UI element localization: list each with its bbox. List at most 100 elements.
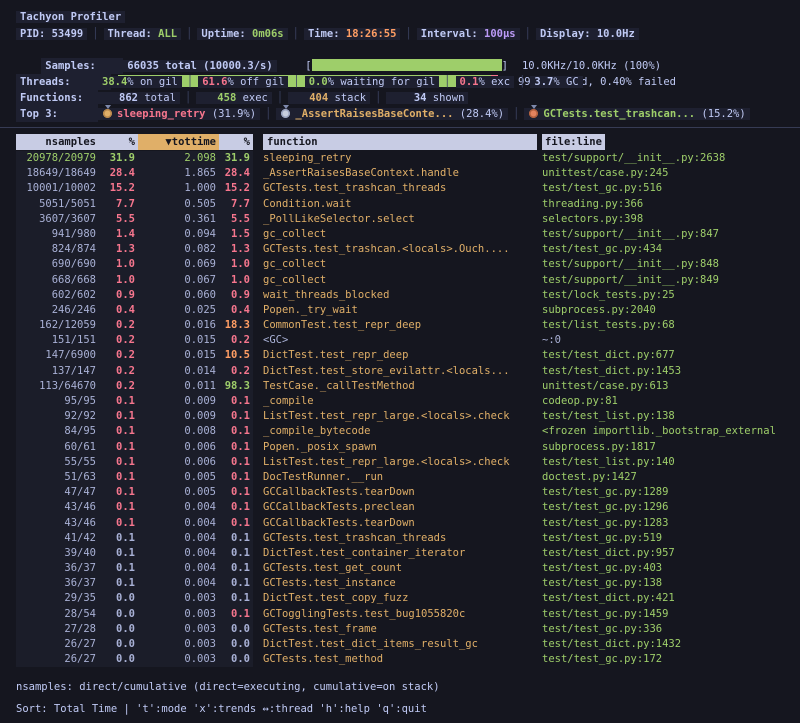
table-row[interactable]: 95/950.10.0090.1_compilecodeop.py:81 bbox=[16, 394, 800, 409]
functions-segment: 458 exec bbox=[196, 92, 272, 104]
profile-table: nsamples%▼tottime% function file:line 2097… bbox=[16, 134, 800, 667]
table-row[interactable]: 60/610.10.0060.1Popen._posix_spawnsubpro… bbox=[16, 440, 800, 455]
direct-pct-cell: 0.1 bbox=[99, 546, 138, 561]
column-header-tottime[interactable]: ▼tottime bbox=[138, 134, 219, 150]
direct-pct-cell: 0.1 bbox=[99, 409, 138, 424]
threads-segment-value: 38.4 bbox=[102, 76, 127, 88]
table-row[interactable]: 36/370.10.0040.1GCTests.test_get_countte… bbox=[16, 561, 800, 576]
samples-bar bbox=[312, 59, 502, 71]
file-line-cell: test/test_gc.py:434 bbox=[537, 242, 787, 257]
tottime-cell: 0.008 bbox=[138, 424, 219, 439]
status-item-interval: Interval: 100µs bbox=[417, 28, 520, 40]
status-item-label: PID: bbox=[20, 28, 52, 40]
table-row[interactable]: 941/9801.40.0941.5gc_collecttest/support… bbox=[16, 227, 800, 242]
table-row[interactable]: 92/920.10.0090.1ListTest.test_repr_large… bbox=[16, 409, 800, 424]
tottime-cell: 0.003 bbox=[138, 652, 219, 667]
profiler-screen: Tachyon Profiler PID: 53499│Thread: ALL│… bbox=[0, 0, 800, 723]
column-header-direct-pct[interactable]: % bbox=[99, 134, 138, 150]
table-row[interactable]: 84/950.10.0080.1_compile_bytecode<frozen… bbox=[16, 424, 800, 439]
table-row[interactable]: 47/470.10.0050.1GCCallbackTests.tearDown… bbox=[16, 485, 800, 500]
column-header-function[interactable]: function bbox=[263, 134, 537, 150]
function-cell: GCTests.test_trashcan.<locals>.Ouch.... bbox=[263, 242, 537, 257]
table-row[interactable]: 20978/2097931.92.09831.9sleeping_retryte… bbox=[16, 151, 800, 166]
file-line-cell: test/test_dict.py:421 bbox=[537, 591, 787, 606]
status-line: PID: 53499│Thread: ALL│Uptime: 0m06s│Tim… bbox=[0, 26, 800, 42]
nsamples-cell: 147/6900 bbox=[16, 348, 99, 363]
table-row[interactable]: 147/69000.20.01510.5DictTest.test_repr_d… bbox=[16, 348, 800, 363]
separator-pipe: │ bbox=[288, 76, 304, 88]
table-row[interactable]: 824/8741.30.0821.3GCTests.test_trashcan.… bbox=[16, 242, 800, 257]
nsamples-cell: 602/602 bbox=[16, 288, 99, 303]
status-item-value: 10.0Hz bbox=[597, 28, 635, 40]
direct-pct-cell: 0.2 bbox=[99, 318, 138, 333]
table-row[interactable]: 43/460.10.0040.1GCCallbackTests.tearDown… bbox=[16, 516, 800, 531]
direct-pct-cell: 15.2 bbox=[99, 181, 138, 196]
table-row[interactable]: 51/630.10.0050.1DocTestRunner.__rundocte… bbox=[16, 470, 800, 485]
tottime-cell: 0.505 bbox=[138, 197, 219, 212]
status-item-thread: Thread: ALL bbox=[104, 28, 182, 40]
table-row[interactable]: 10001/1000215.21.00015.2GCTests.test_tra… bbox=[16, 181, 800, 196]
table-row[interactable]: 246/2460.40.0250.4Popen._try_waitsubproc… bbox=[16, 303, 800, 318]
status-item-value: 53499 bbox=[52, 28, 84, 40]
table-row[interactable]: 39/400.10.0040.1DictTest.test_container_… bbox=[16, 546, 800, 561]
table-row[interactable]: 29/350.00.0030.1DictTest.test_copy_fuzzt… bbox=[16, 591, 800, 606]
table-row[interactable]: 41/420.10.0040.1GCTests.test_trashcan_th… bbox=[16, 531, 800, 546]
direct-pct-cell: 0.1 bbox=[99, 440, 138, 455]
functions-segment-value: 458 bbox=[200, 90, 236, 106]
threads-segment: 0.1% exc bbox=[456, 76, 515, 88]
function-cell: <GC> bbox=[263, 333, 537, 348]
table-row[interactable]: 137/1470.20.0140.2DictTest.test_store_ev… bbox=[16, 364, 800, 379]
tottime-cell: 0.004 bbox=[138, 561, 219, 576]
tottime-cell: 0.067 bbox=[138, 273, 219, 288]
threads-segment-desc: % off gil bbox=[228, 76, 285, 88]
table-row[interactable]: 690/6901.00.0691.0gc_collecttest/support… bbox=[16, 257, 800, 272]
function-cell: DictTest.test_dict_items_result_gc bbox=[263, 637, 537, 652]
table-row[interactable]: 3607/36075.50.3615.5_PollLikeSelector.se… bbox=[16, 212, 800, 227]
direct-pct-cell: 0.1 bbox=[99, 576, 138, 591]
tottime-cell: 0.005 bbox=[138, 485, 219, 500]
column-header-nsamples[interactable]: nsamples bbox=[16, 134, 99, 150]
function-cell: CommonTest.test_repr_deep bbox=[263, 318, 537, 333]
file-line-cell: test/test_list.py:140 bbox=[537, 455, 787, 470]
direct-pct-cell: 0.1 bbox=[99, 516, 138, 531]
tottime-cell: 1.000 bbox=[138, 181, 219, 196]
table-row[interactable]: 43/460.10.0040.1GCCallbackTests.preclean… bbox=[16, 500, 800, 515]
table-row[interactable]: 27/280.00.0030.0GCTests.test_frametest/t… bbox=[16, 622, 800, 637]
table-row[interactable]: 668/6681.00.0671.0gc_collecttest/support… bbox=[16, 273, 800, 288]
column-header-file-line[interactable]: file:line bbox=[542, 134, 605, 150]
table-row[interactable]: 26/270.00.0030.0GCTests.test_methodtest/… bbox=[16, 652, 800, 667]
cum-pct-cell: 1.3 bbox=[219, 242, 253, 257]
table-row[interactable]: 602/6020.90.0600.9wait_threads_blockedte… bbox=[16, 288, 800, 303]
silver-medal-icon bbox=[281, 109, 290, 118]
function-cell: _PollLikeSelector.select bbox=[263, 212, 537, 227]
status-item-time: Time: 18:26:55 bbox=[304, 28, 401, 40]
nsamples-cell: 20978/20979 bbox=[16, 151, 99, 166]
cum-pct-cell: 0.1 bbox=[219, 455, 253, 470]
table-row[interactable]: 18649/1864928.41.86528.4_AssertRaisesBas… bbox=[16, 166, 800, 181]
nsamples-cell: 668/668 bbox=[16, 273, 99, 288]
table-row[interactable]: 26/270.00.0030.0DictTest.test_dict_items… bbox=[16, 637, 800, 652]
function-cell: _compile_bytecode bbox=[263, 424, 537, 439]
column-header-cum-pct[interactable]: % bbox=[219, 134, 253, 150]
direct-pct-cell: 5.5 bbox=[99, 212, 138, 227]
table-body: 20978/2097931.92.09831.9sleeping_retryte… bbox=[16, 151, 800, 667]
table-row[interactable]: 113/646700.20.01198.3TestCase._callTestM… bbox=[16, 379, 800, 394]
samples-label: Samples: bbox=[41, 58, 123, 74]
separator-pipe: │ bbox=[508, 108, 524, 120]
file-line-cell: test/test_dict.py:1432 bbox=[537, 637, 787, 652]
separator-pipe: │ bbox=[400, 28, 416, 40]
table-row[interactable]: 151/1510.20.0150.2<GC>~:0 bbox=[16, 333, 800, 348]
cum-pct-cell: 0.1 bbox=[219, 424, 253, 439]
nsamples-cell: 55/55 bbox=[16, 455, 99, 470]
table-row[interactable]: 36/370.10.0040.1GCTests.test_instancetes… bbox=[16, 576, 800, 591]
tottime-cell: 0.004 bbox=[138, 546, 219, 561]
cum-pct-cell: 0.1 bbox=[219, 591, 253, 606]
nsamples-cell: 18649/18649 bbox=[16, 166, 99, 181]
table-row[interactable]: 5051/50517.70.5057.7Condition.waitthread… bbox=[16, 197, 800, 212]
table-row[interactable]: 28/540.00.0030.1GCTogglingTests.test_bug… bbox=[16, 607, 800, 622]
function-cell: GCCallbackTests.tearDown bbox=[263, 516, 537, 531]
table-row[interactable]: 55/550.10.0060.1ListTest.test_repr_large… bbox=[16, 455, 800, 470]
tottime-cell: 0.011 bbox=[138, 379, 219, 394]
tottime-cell: 0.094 bbox=[138, 227, 219, 242]
table-row[interactable]: 162/120590.20.01618.3CommonTest.test_rep… bbox=[16, 318, 800, 333]
